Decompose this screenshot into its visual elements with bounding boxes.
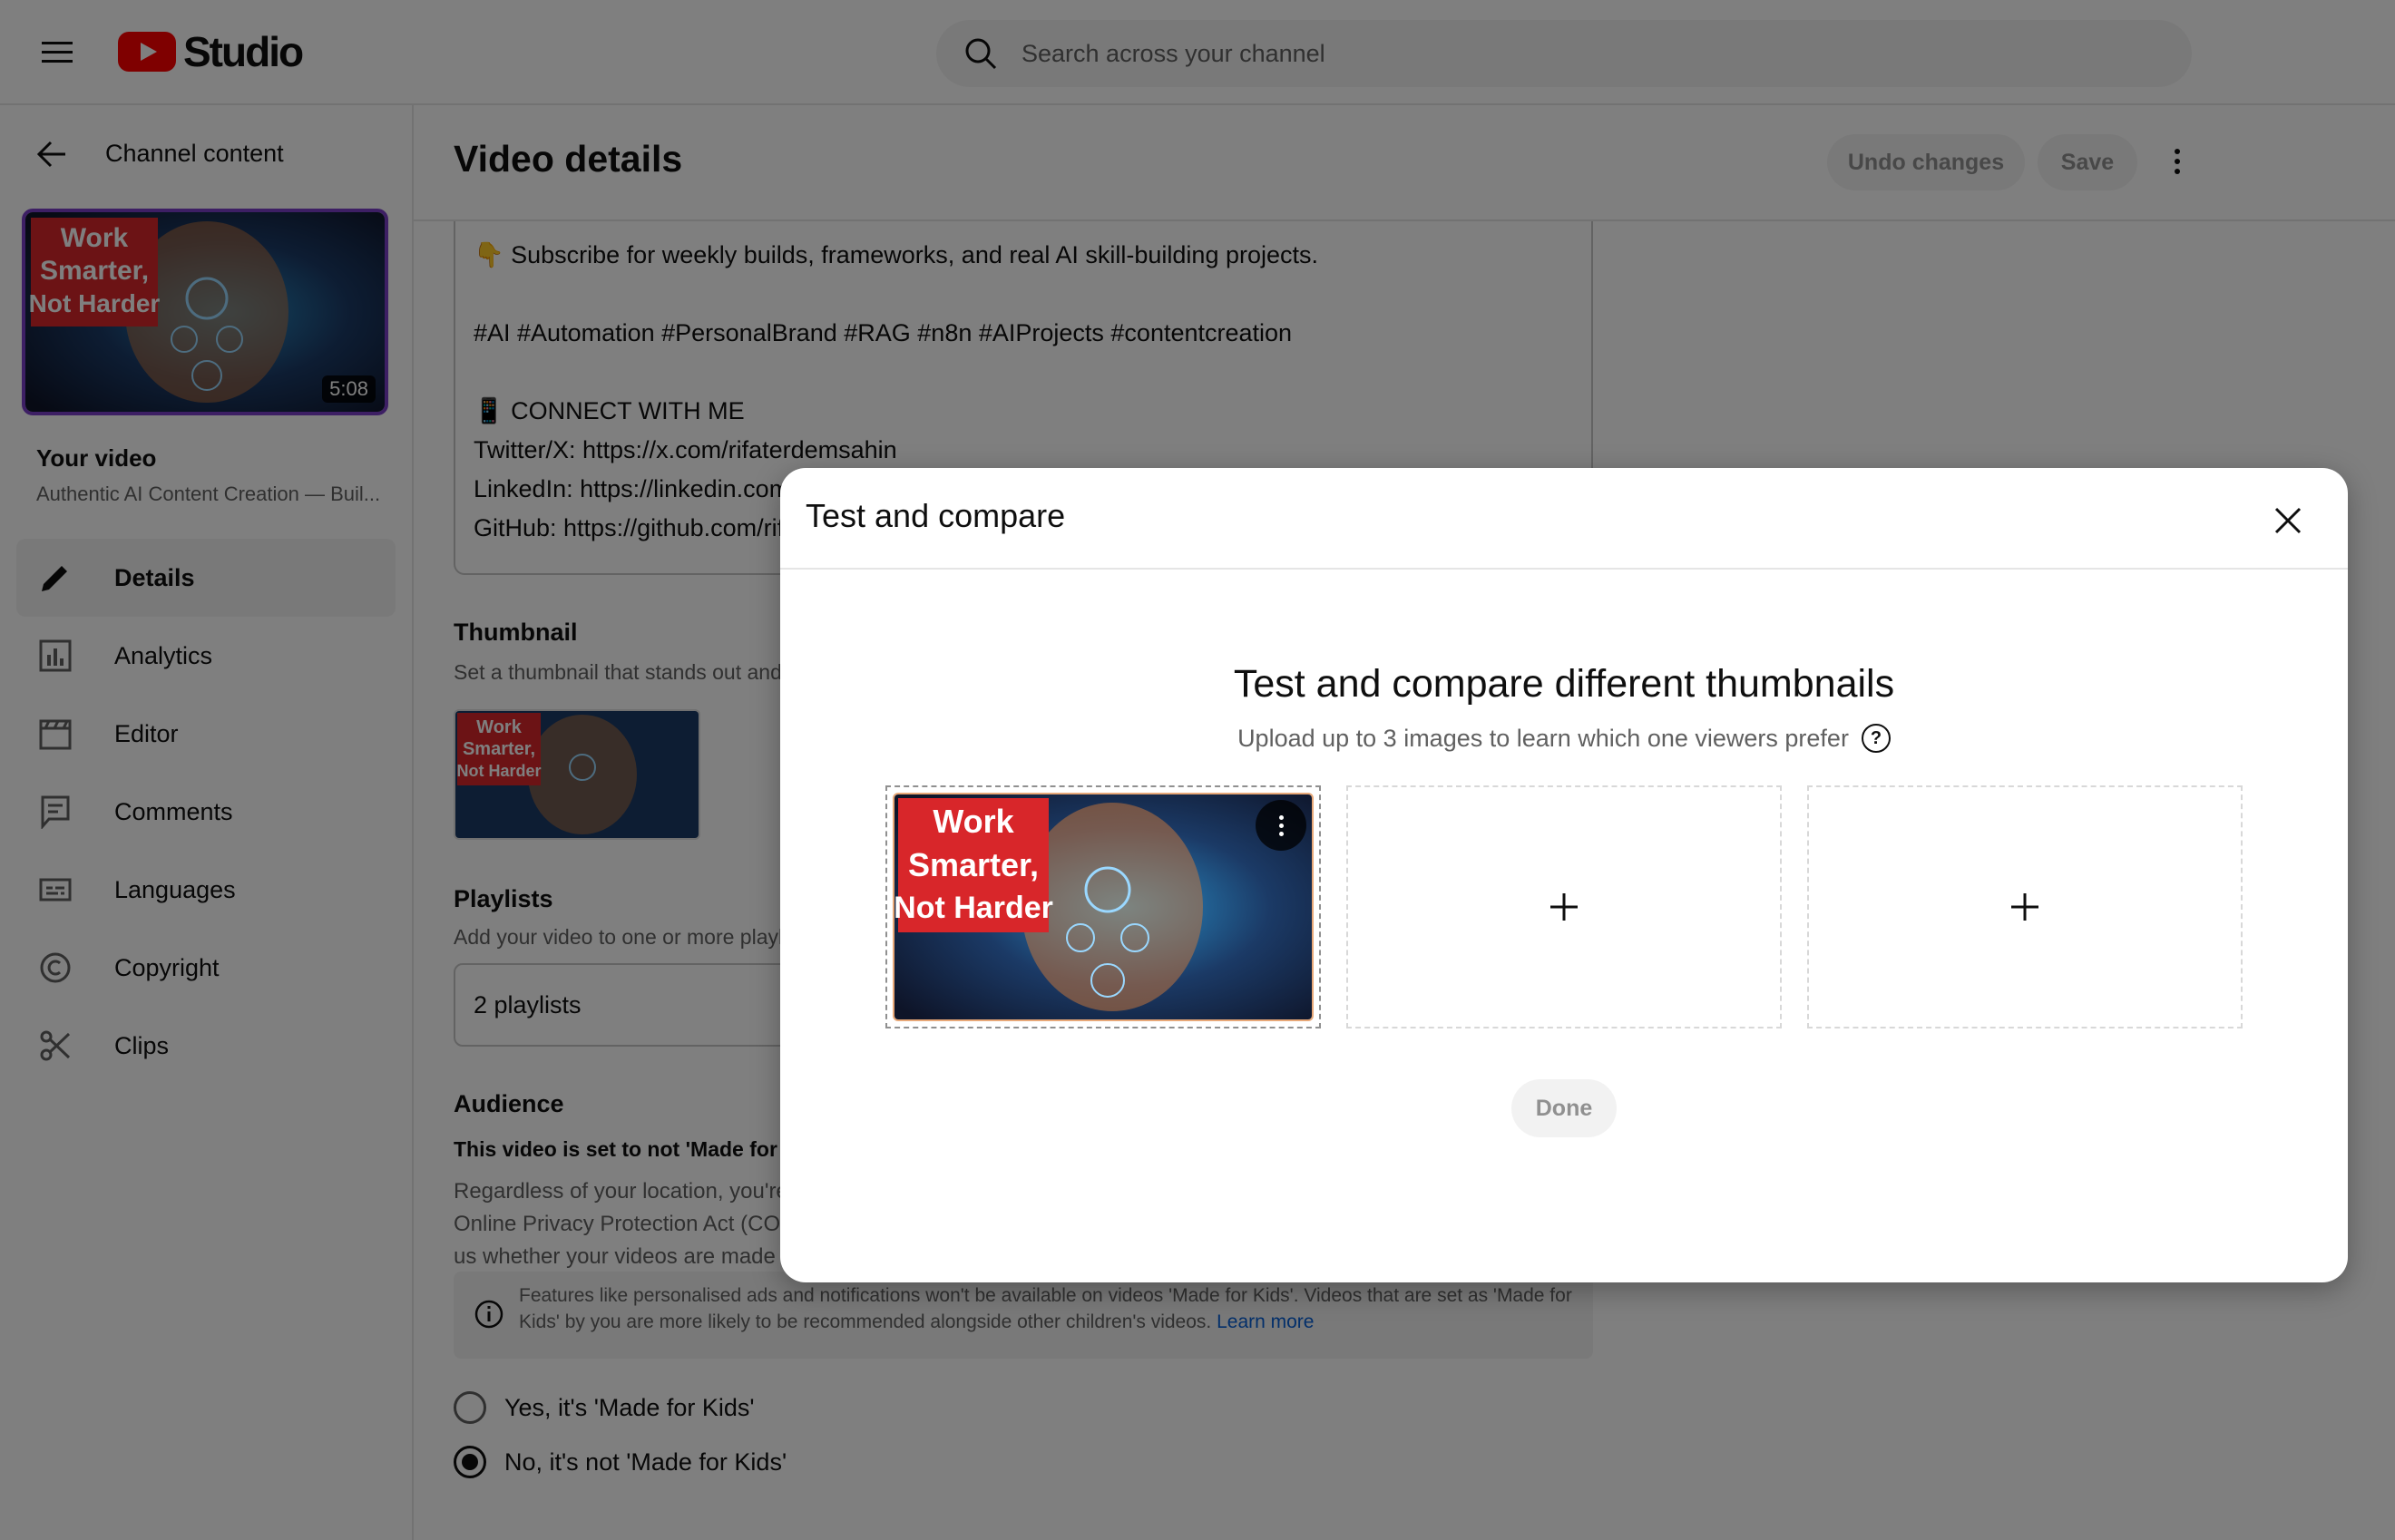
- thumbnail-image: Work Smarter, Not Harder: [894, 794, 1312, 1019]
- dialog-subheading-row: Upload up to 3 images to learn which one…: [780, 724, 2348, 753]
- test-and-compare-dialog: Test and compare Test and compare differ…: [780, 468, 2348, 1282]
- dialog-subheading: Upload up to 3 images to learn which one…: [1237, 724, 1849, 752]
- thumbnail-slot-2[interactable]: [1346, 785, 1782, 1028]
- help-icon[interactable]: ?: [1861, 724, 1891, 753]
- thumb-text-1: Work: [933, 803, 1014, 840]
- add-icon: [1550, 893, 1578, 921]
- dialog-heading: Test and compare different thumbnails: [1233, 662, 1895, 706]
- thumbnail-slot-1[interactable]: Work Smarter, Not Harder: [885, 785, 1321, 1028]
- done-button[interactable]: Done: [1511, 1079, 1617, 1137]
- close-icon[interactable]: [2270, 502, 2306, 539]
- thumbnail-slot-image: Work Smarter, Not Harder: [893, 793, 1314, 1021]
- add-icon: [2011, 893, 2038, 921]
- dialog-title: Test and compare: [806, 497, 1066, 534]
- thumbnail-slot-3[interactable]: [1807, 785, 2243, 1028]
- thumb-text-2: Smarter,: [908, 846, 1039, 883]
- thumb-text-3: Not Harder: [894, 891, 1053, 925]
- slot-options-icon[interactable]: [1256, 800, 1306, 851]
- dialog-header: Test and compare: [780, 468, 2348, 570]
